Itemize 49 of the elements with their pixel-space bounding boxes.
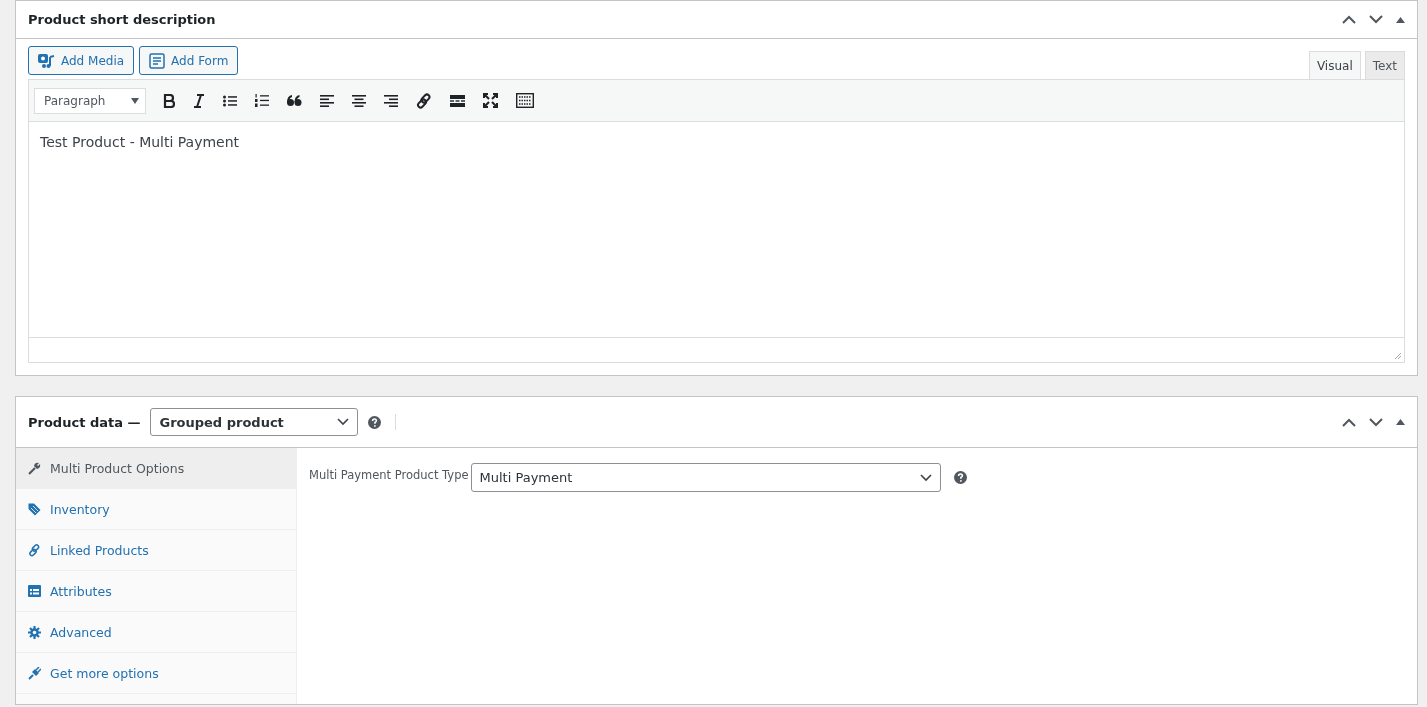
collapse-icon[interactable] (1396, 16, 1405, 23)
tag-icon (28, 502, 41, 516)
panel-title: Product short description (28, 12, 216, 27)
bold-icon[interactable] (163, 93, 175, 108)
move-up-icon[interactable] (1342, 15, 1356, 24)
field-label: Multi Payment Product Type (309, 468, 469, 482)
italic-icon[interactable] (193, 93, 205, 108)
help-icon[interactable] (953, 471, 967, 484)
list-panel-icon (28, 585, 41, 597)
collapse-icon[interactable] (1396, 419, 1405, 425)
read-more-icon[interactable] (450, 94, 465, 107)
help-icon[interactable] (368, 415, 382, 429)
align-left-icon[interactable] (320, 94, 334, 107)
product-data-tab[interactable]: Attributes (16, 571, 296, 612)
wrench-icon (28, 461, 41, 475)
panel-title: Product data — (28, 414, 141, 430)
blockquote-icon[interactable] (287, 95, 302, 106)
move-up-icon[interactable] (1342, 417, 1356, 427)
form-icon (149, 52, 166, 69)
format-select[interactable]: Paragraph (34, 87, 146, 114)
editor-tab[interactable]: Visual (1308, 51, 1361, 79)
add-media-button[interactable]: Add Media (28, 46, 135, 75)
editor-content[interactable]: Test Product - Multi Payment (29, 134, 1404, 337)
align-center-icon[interactable] (352, 94, 366, 107)
chevron-down-icon (919, 473, 932, 482)
product-data-tab[interactable]: Get more options (16, 653, 296, 694)
gear-icon (28, 625, 41, 639)
link-icon (28, 543, 41, 557)
move-down-icon[interactable] (1369, 15, 1383, 24)
dropdown-caret-icon (131, 97, 139, 104)
plug-icon (28, 666, 41, 680)
keyboard-icon[interactable] (516, 93, 534, 108)
add-form-button[interactable]: Add Form (139, 46, 239, 75)
resize-handle-icon[interactable] (1394, 352, 1402, 360)
numbered-list-icon[interactable] (255, 94, 269, 107)
move-down-icon[interactable] (1369, 417, 1383, 427)
product-type-select[interactable]: Grouped product (150, 408, 359, 436)
bulleted-list-icon[interactable] (223, 94, 237, 107)
link-icon[interactable] (416, 92, 432, 109)
editor-tab[interactable]: Text (1364, 51, 1405, 79)
fullscreen-icon[interactable] (483, 93, 498, 108)
product-data-tab[interactable]: Advanced (16, 612, 296, 653)
product-data-tab[interactable]: Inventory (16, 489, 296, 530)
payment-type-select[interactable]: Multi Payment (470, 463, 941, 492)
chevron-down-icon (337, 418, 350, 426)
align-right-icon[interactable] (384, 94, 398, 107)
product-data-tab[interactable]: Linked Products (16, 530, 296, 571)
media-icon (38, 52, 55, 69)
product-data-tab[interactable]: Multi Product Options (16, 448, 296, 489)
